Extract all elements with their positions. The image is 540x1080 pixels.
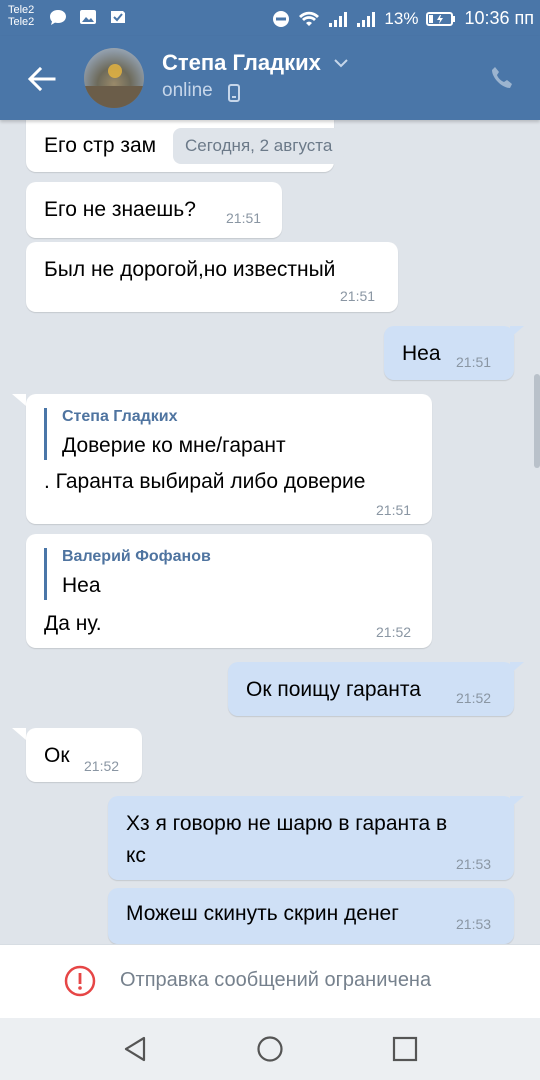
reply-author: Степа Гладких [62, 408, 178, 425]
message-bubble-outgoing[interactable]: Ок поищу гаранта 21:52 [228, 662, 514, 716]
message-time: 21:51 [376, 502, 412, 518]
nav-home-icon[interactable] [255, 1034, 285, 1064]
message-time: 21:53 [456, 856, 492, 872]
message-time: 21:52 [376, 624, 412, 640]
reply-quote-bar [44, 548, 47, 600]
message-text-line-2: кс [126, 844, 146, 867]
bubble-tail [12, 728, 26, 740]
battery-percent: 13% [384, 8, 419, 28]
contact-name[interactable]: Степа Гладких [162, 50, 321, 76]
message-text: Неа [402, 342, 441, 365]
nav-recents-icon[interactable] [390, 1034, 420, 1064]
restricted-message: Отправка сообщений ограничена [120, 969, 432, 991]
online-status: online [162, 80, 213, 102]
message-time: 21:51 [456, 354, 492, 370]
message-text: Да ну. [44, 612, 102, 635]
phone-icon[interactable] [488, 64, 516, 92]
message-text: Можеш скинуть скрин денег [126, 902, 399, 925]
message-text: Ок поищу гаранта [246, 678, 421, 701]
mobile-device-icon [228, 84, 240, 102]
carrier-labels: Tele2 Tele2 [8, 4, 34, 28]
message-text: Его стр зам [44, 134, 157, 157]
chevron-down-icon[interactable] [334, 58, 348, 68]
check-notification-icon [111, 11, 125, 23]
exclamation-circle-icon [64, 965, 96, 997]
system-navigation-bar [0, 1018, 540, 1080]
message-text: Его не знаешь? [44, 198, 196, 221]
system-status: 13% 10:36 пп [272, 8, 534, 29]
message-text-line-1: Хз я говорю не шарю в гаранта в [126, 812, 448, 835]
back-arrow-icon[interactable] [24, 62, 58, 96]
wifi-icon [299, 11, 320, 26]
message-bubble-outgoing[interactable]: Можеш скинуть скрин денег 21:53 [108, 888, 514, 944]
clock: 10:36 пп [464, 8, 534, 28]
nav-back-icon[interactable] [120, 1034, 150, 1064]
message-list[interactable]: Его стр зам Сегодня, 2 августа Его не зн… [0, 120, 540, 944]
battery-charging-icon [426, 11, 456, 26]
message-bubble-incoming[interactable]: Степа Гладких Доверие ко мне/гарант . Га… [26, 394, 432, 524]
message-time: 21:52 [84, 758, 120, 774]
message-bubble-outgoing[interactable]: Хз я говорю не шарю в гаранта в кс 21:53 [108, 796, 514, 880]
chat-header: Степа Гладких online [0, 36, 540, 120]
carrier-2: Tele2 [8, 16, 35, 28]
message-bubble-outgoing[interactable]: Неа 21:51 [384, 326, 514, 380]
bubble-tail [510, 326, 524, 338]
message-time: 21:51 [340, 288, 376, 304]
status-bar: Tele2 Tele2 13% 10:36 пп [0, 0, 540, 36]
message-text: . Гаранта выбирай либо доверие [44, 470, 366, 493]
notification-icons [48, 8, 128, 26]
chat-notification-icon [50, 10, 66, 25]
date-separator: Сегодня, 2 августа [173, 128, 345, 164]
message-bubble-incoming[interactable]: Его не знаешь? 21:51 [26, 182, 282, 238]
reply-author: Валерий Фофанов [62, 548, 211, 565]
contact-avatar[interactable] [84, 48, 144, 108]
message-bubble-incoming[interactable]: Ок 21:52 [26, 728, 142, 782]
message-bubble-incoming[interactable]: Был не дорогой,но известный 21:51 [26, 242, 398, 312]
messaging-restricted-bar: Отправка сообщений ограничена [0, 944, 540, 1019]
reply-text: Неа [62, 574, 101, 597]
signal-2-icon [357, 11, 376, 27]
scrollbar[interactable] [534, 374, 540, 468]
message-text: Ок [44, 744, 70, 767]
message-time: 21:51 [226, 210, 262, 226]
bubble-tail [12, 394, 26, 406]
message-time: 21:53 [456, 916, 492, 932]
bubble-tail [510, 662, 524, 674]
message-text: Был не дорогой,но известный [44, 258, 336, 281]
carrier-1: Tele2 [8, 4, 35, 16]
image-notification-icon [80, 10, 96, 24]
dnd-icon [273, 10, 290, 27]
bubble-tail [510, 796, 524, 808]
message-bubble-incoming[interactable]: Валерий Фофанов Неа Да ну. 21:52 [26, 534, 432, 648]
reply-text: Доверие ко мне/гарант [62, 434, 286, 457]
reply-quote-bar [44, 408, 47, 460]
message-time: 21:52 [456, 690, 492, 706]
online-status-text: online [162, 80, 213, 101]
signal-1-icon [329, 11, 348, 27]
